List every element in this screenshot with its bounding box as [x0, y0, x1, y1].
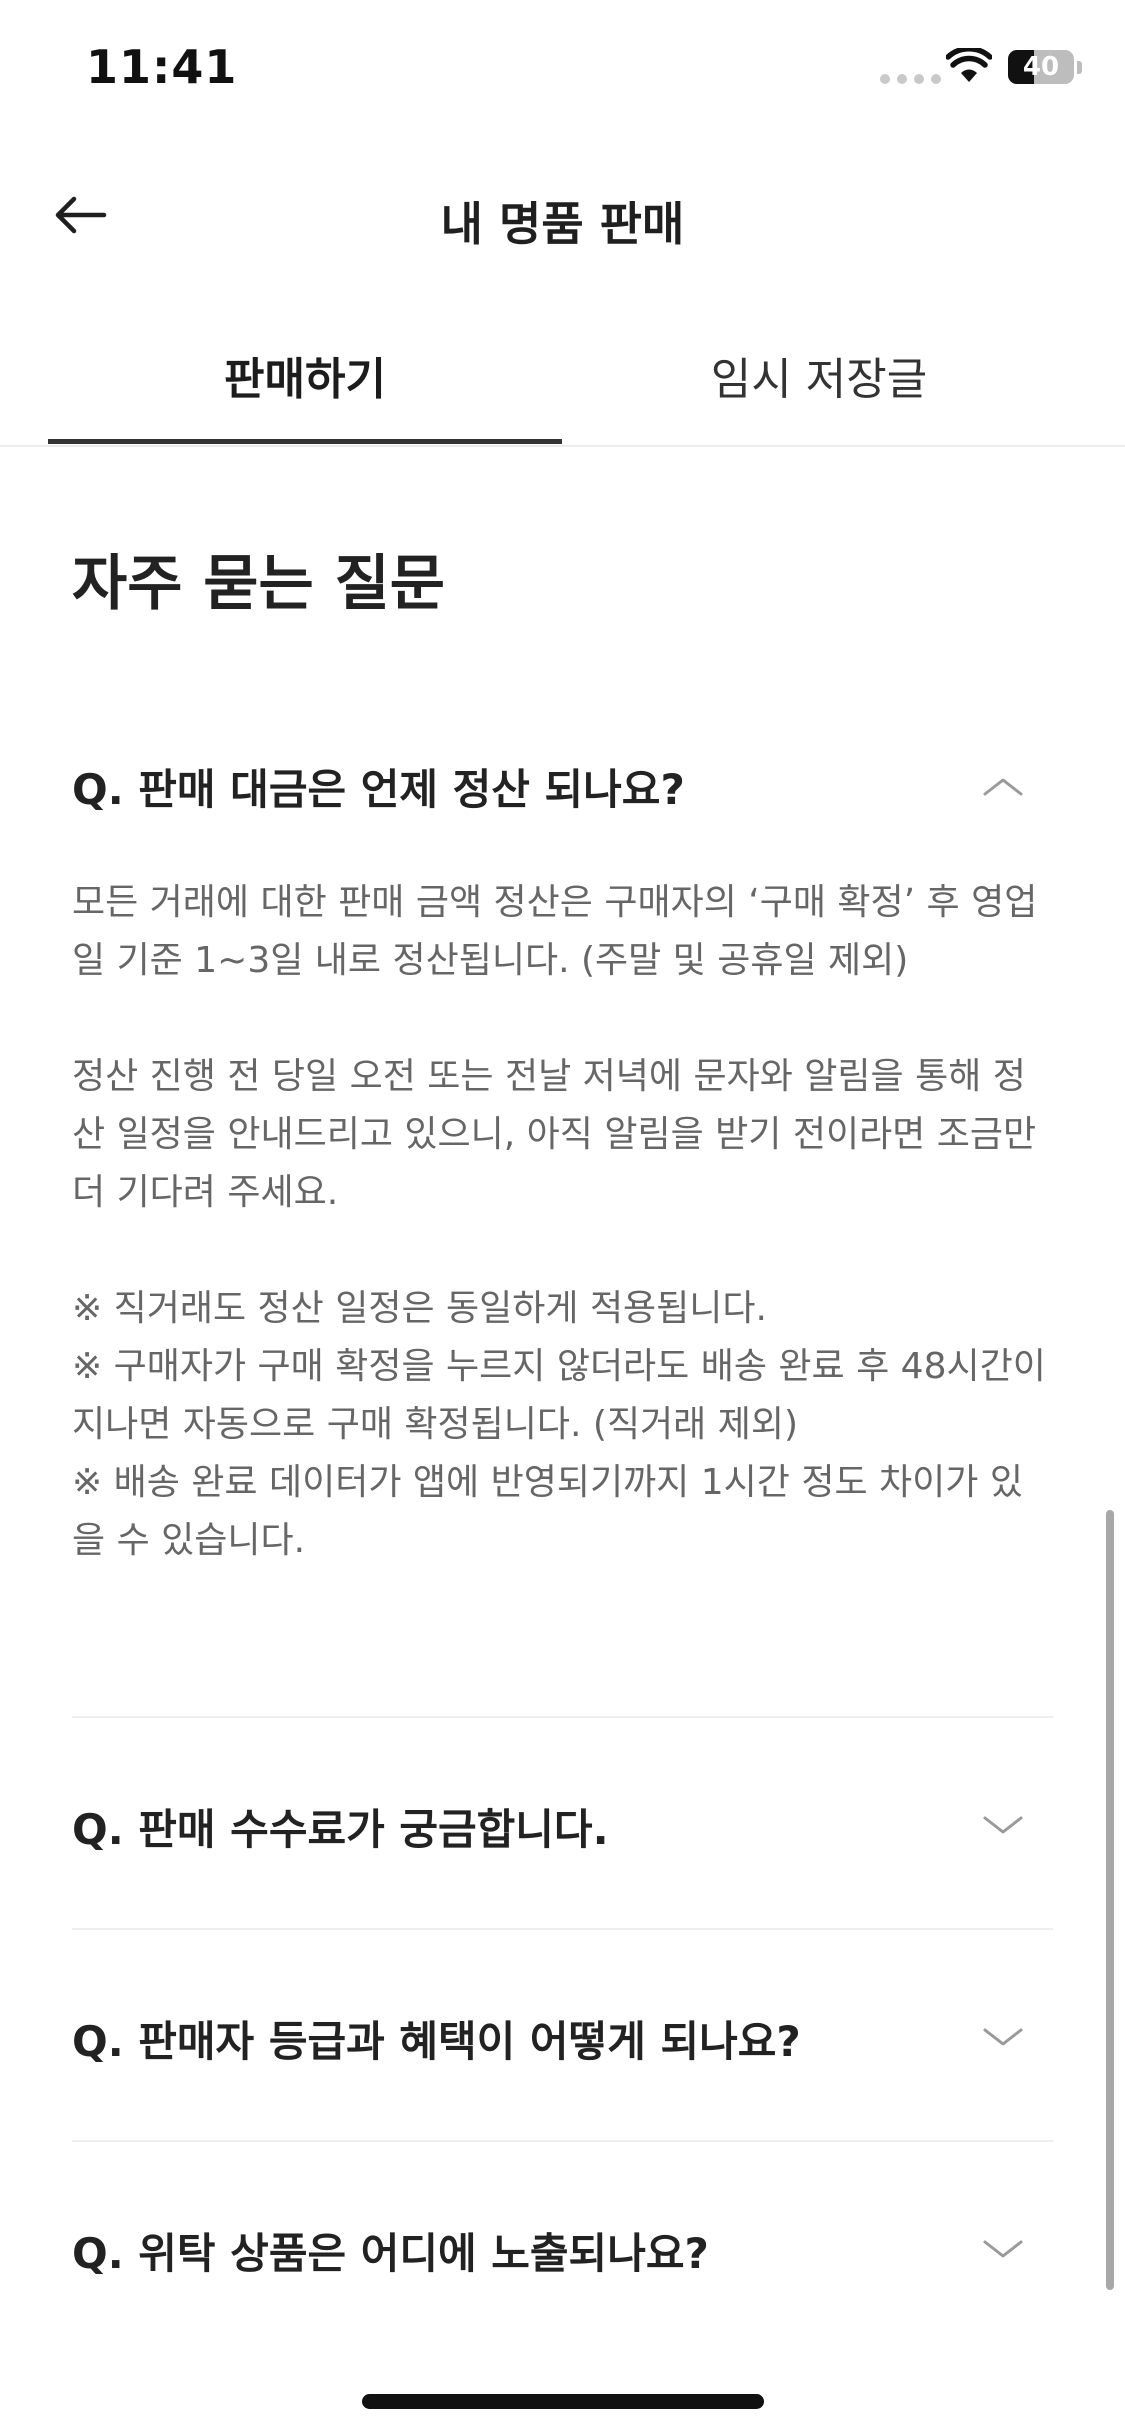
- answer-paragraph: 모든 거래에 대한 판매 금액 정산은 구매자의 ‘구매 확정’ 후 영업일 기…: [72, 882, 1038, 981]
- battery-tip: [1077, 61, 1082, 74]
- scrollbar[interactable]: [1106, 1510, 1114, 2290]
- cellular-signal-icon: [880, 74, 941, 84]
- tab-label: 임시 저장글: [710, 354, 928, 405]
- status-time: 11:41: [86, 40, 238, 94]
- faq-question: Q. 판매 수수료가 궁금합니다.: [72, 1805, 609, 1854]
- chevron-down-icon: [983, 1816, 1023, 1834]
- faq-heading: 자주 묻는 질문: [72, 549, 445, 619]
- navigation-header: 내 명품 판매: [0, 160, 1125, 270]
- faq-question: Q. 판매자 등급과 혜택이 어떻게 되나요?: [72, 2017, 801, 2066]
- wifi-icon: [946, 48, 992, 82]
- page-title: 내 명품 판매: [440, 197, 685, 251]
- faq-question: Q. 판매 대금은 언제 정산 되나요?: [72, 765, 685, 814]
- tab-sell[interactable]: 판매하기: [48, 315, 562, 445]
- tab-drafts[interactable]: 임시 저장글: [562, 315, 1076, 445]
- answer-paragraph: 정산 진행 전 당일 오전 또는 전날 저녁에 문자와 알림을 통해 정산 일정…: [72, 1056, 1037, 1213]
- status-bar: 11:41 40: [0, 0, 1125, 140]
- tab-label: 판매하기: [224, 354, 386, 405]
- battery-icon: 40: [1008, 50, 1074, 84]
- chevron-down-icon: [983, 2240, 1023, 2258]
- faq-answer: 모든 거래에 대한 판매 금액 정산은 구매자의 ‘구매 확정’ 후 영업일 기…: [72, 874, 1053, 1570]
- faq-question-toggle[interactable]: Q. 판매자 등급과 혜택이 어떻게 되나요?: [72, 1930, 1053, 2140]
- faq-question: Q. 위탁 상품은 어디에 노출되나요?: [72, 2229, 709, 2278]
- faq-item-settlement: Q. 판매 대금은 언제 정산 되나요? 모든 거래에 대한 판매 금액 정산은…: [72, 720, 1053, 1570]
- battery-level: 40: [1022, 52, 1060, 82]
- faq-question-toggle[interactable]: Q. 판매 수수료가 궁금합니다.: [72, 1718, 1053, 1928]
- home-indicator[interactable]: [362, 2394, 764, 2409]
- faq-item-consignment: Q. 위탁 상품은 어디에 노출되나요?: [72, 2140, 1053, 2352]
- chevron-up-icon: [983, 778, 1023, 796]
- faq-item-fees: Q. 판매 수수료가 궁금합니다.: [72, 1716, 1053, 1928]
- faq-question-toggle[interactable]: Q. 판매 대금은 언제 정산 되나요?: [72, 720, 1053, 850]
- chevron-down-icon: [983, 2028, 1023, 2046]
- tab-bar: 판매하기 임시 저장글: [0, 315, 1125, 447]
- tab-selected-indicator: [48, 439, 562, 444]
- answer-notes: ※ 직거래도 정산 일정은 동일하게 적용됩니다. ※ 구매자가 구매 확정을 …: [72, 1288, 1046, 1561]
- faq-question-toggle[interactable]: Q. 위탁 상품은 어디에 노출되나요?: [72, 2142, 1053, 2352]
- faq-item-seller-grade: Q. 판매자 등급과 혜택이 어떻게 되나요?: [72, 1928, 1053, 2140]
